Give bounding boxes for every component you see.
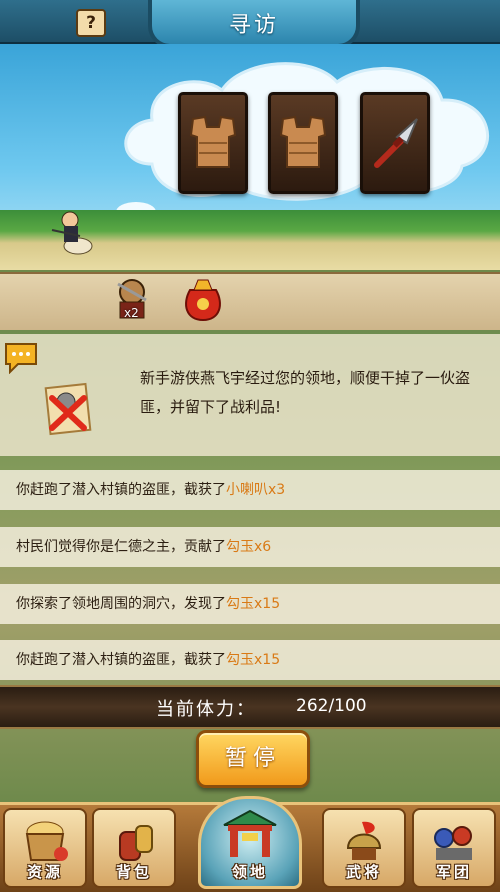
log-item: 小喇叭x3	[226, 482, 286, 498]
page-title: 寻访	[228, 13, 279, 38]
log-text: 你探索了领地周围的洞穴，发现了	[16, 596, 226, 612]
hero-rider-icon	[51, 211, 93, 255]
legion-soldiers-icon	[434, 826, 472, 860]
log-item: 勾玉x6	[226, 539, 272, 555]
stamina-value: 262/100	[296, 696, 367, 716]
nav-label: 背包	[115, 863, 152, 881]
log-item: 勾玉x15	[226, 596, 281, 612]
loot-card-3[interactable]	[360, 92, 430, 194]
reward-count: x2	[124, 306, 139, 320]
log-row: 你探索了领地周围的洞穴，发现了勾玉x15	[0, 584, 500, 624]
stamina-bar: 当前体力： 262/100	[0, 685, 500, 729]
pause-button[interactable]: 暂停	[196, 730, 310, 788]
nav-label: 领地	[231, 863, 268, 881]
help-button[interactable]: ?	[76, 9, 106, 37]
defeated-bandit-icon	[44, 382, 92, 436]
nav-territory-button[interactable]: 领地	[198, 796, 302, 889]
general-helmet-icon	[346, 821, 382, 860]
backpack-jars-icon	[119, 825, 153, 861]
resource-basket-icon	[25, 821, 68, 861]
spear-icon	[374, 118, 418, 168]
log-row: 你赶跑了潜入村镇的盗匪，截获了小喇叭x3	[0, 470, 500, 510]
leather-armor-icon	[279, 115, 327, 168]
log-row: 你赶跑了潜入村镇的盗匪，截获了勾玉x15	[0, 640, 500, 680]
treasure-bag-icon[interactable]	[180, 274, 226, 322]
nav-resources-button[interactable]: 资源	[3, 808, 87, 888]
nav-label: 武将	[345, 863, 382, 881]
nav-generals-button[interactable]: 武将	[322, 808, 406, 888]
chat-bubble-icon	[5, 343, 37, 374]
nav-label: 军团	[435, 863, 472, 881]
leather-armor-icon	[189, 115, 237, 168]
stamina-label: 当前体力：	[156, 699, 256, 720]
nav-backpack-button[interactable]: 背包	[92, 808, 176, 888]
loot-card-2[interactable]	[268, 92, 338, 194]
log-text: 村民们觉得你是仁德之主，贡献了	[16, 539, 226, 555]
reward-strip	[0, 272, 500, 332]
log-text: 你赶跑了潜入村镇的盗匪，截获了	[16, 652, 226, 668]
title-plate: 寻访	[148, 0, 360, 48]
event-message: 新手游侠燕飞宇经过您的领地，顺便干掉了一伙盗匪，并留下了战利品!	[140, 369, 471, 416]
log-item: 勾玉x15	[226, 652, 281, 668]
log-text: 你赶跑了潜入村镇的盗匪，截获了	[16, 482, 226, 498]
log-row: 村民们觉得你是仁德之主，贡献了勾玉x6	[0, 527, 500, 567]
territory-gate-icon	[223, 809, 277, 857]
nav-label: 资源	[26, 863, 63, 881]
loot-card-1[interactable]	[178, 92, 248, 194]
nav-legion-button[interactable]: 军团	[412, 808, 496, 888]
